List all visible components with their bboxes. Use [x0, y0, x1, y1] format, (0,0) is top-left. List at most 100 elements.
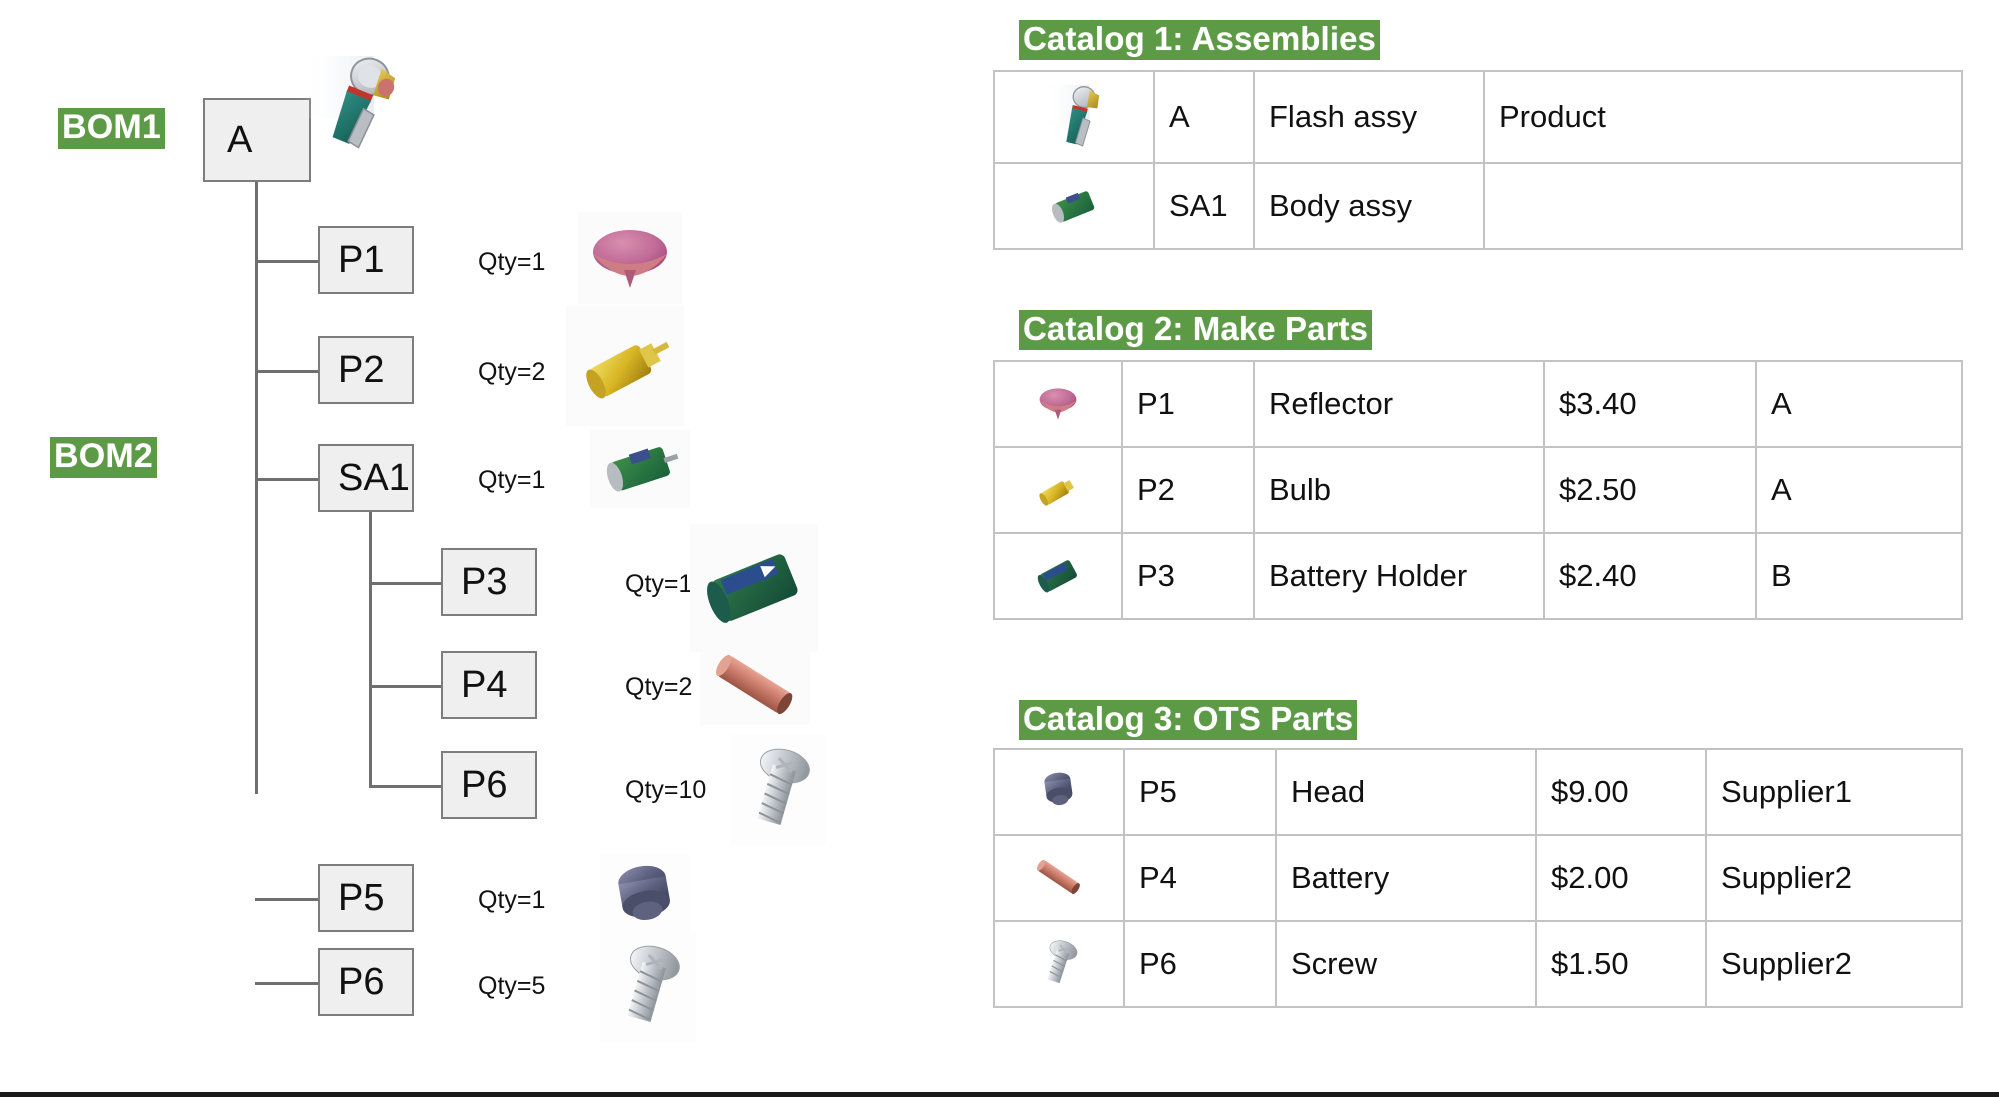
catalog-1-table: A Flash assy Product SA1 Body assy — [993, 70, 1963, 250]
row-price: $9.00 — [1535, 748, 1707, 836]
bom2-label: BOM2 — [50, 437, 158, 478]
row-price: $2.40 — [1543, 532, 1757, 620]
row-name: Battery — [1275, 834, 1537, 922]
tree-node-label: P6 — [461, 763, 508, 806]
qty-label-SA1: Qty=1 — [478, 466, 546, 494]
tree-connector — [255, 982, 319, 985]
tree-node-label: P2 — [338, 348, 385, 391]
battery-holder-icon — [999, 545, 1117, 607]
row-thumb-cell — [993, 920, 1125, 1008]
tree-connector — [369, 582, 442, 585]
row-extra: B — [1755, 532, 1963, 620]
table-row[interactable]: P5 Head $9.00 Supplier1 — [993, 748, 1963, 836]
body-assembly-icon — [999, 178, 1149, 234]
row-id: SA1 — [1153, 162, 1255, 250]
tree-connector — [255, 478, 319, 481]
reflector-icon — [999, 376, 1117, 432]
qty-label-P4: Qty=2 — [625, 673, 693, 701]
row-extra: Supplier2 — [1705, 920, 1963, 1008]
table-row[interactable]: P3 Battery Holder $2.40 B — [993, 532, 1963, 620]
battery-holder-icon — [690, 524, 818, 652]
bottom-edge-strip — [0, 1092, 1999, 1097]
table-row[interactable]: P2 Bulb $2.50 A — [993, 446, 1963, 534]
flashlight-assembly-icon — [999, 76, 1149, 158]
bom1-label: BOM1 — [58, 108, 166, 149]
row-id: P5 — [1123, 748, 1277, 836]
screw-icon — [600, 932, 696, 1042]
head-icon — [600, 854, 690, 940]
screw-icon — [999, 931, 1119, 997]
row-extra: A — [1755, 446, 1963, 534]
row-name: Reflector — [1253, 360, 1545, 448]
diagram-canvas: BOM1 BOM2 A P1 Qty=1 P2 Qty=2 SA1 Qty=1 … — [0, 0, 1999, 1097]
tree-node-A[interactable]: A — [203, 98, 311, 182]
row-price: $3.40 — [1543, 360, 1757, 448]
row-price: $2.00 — [1535, 834, 1707, 922]
row-id: P2 — [1121, 446, 1255, 534]
qty-label-P6-sub: Qty=10 — [625, 776, 707, 804]
battery-icon — [999, 850, 1119, 906]
row-price: $1.50 — [1535, 920, 1707, 1008]
row-id: P1 — [1121, 360, 1255, 448]
row-price: $2.50 — [1543, 446, 1757, 534]
bulb-icon — [999, 460, 1117, 520]
catalog-3-table: P5 Head $9.00 Supplier1 P4 Battery $2.00… — [993, 748, 1963, 1008]
tree-node-P6[interactable]: P6 — [318, 948, 414, 1016]
qty-label-P6: Qty=5 — [478, 972, 546, 1000]
tree-node-label: A — [227, 118, 253, 161]
catalog-3-title: Catalog 3: OTS Parts — [1019, 700, 1358, 740]
row-thumb-cell — [993, 532, 1123, 620]
catalog-1-title: Catalog 1: Assemblies — [1019, 20, 1380, 60]
row-extra — [1483, 162, 1963, 250]
tree-connector — [369, 685, 442, 688]
tree-node-SA1[interactable]: SA1 — [318, 444, 414, 512]
body-assembly-icon — [590, 430, 690, 508]
tree-connector — [255, 260, 319, 263]
row-extra: Product — [1483, 70, 1963, 164]
row-name: Head — [1275, 748, 1537, 836]
tree-node-P5[interactable]: P5 — [318, 864, 414, 932]
tree-node-P3[interactable]: P3 — [441, 548, 537, 616]
reflector-icon — [578, 212, 682, 304]
bulb-icon — [566, 306, 684, 426]
tree-connector — [255, 370, 319, 373]
row-id: P6 — [1123, 920, 1277, 1008]
catalog-2-title: Catalog 2: Make Parts — [1019, 310, 1373, 350]
tree-node-label: SA1 — [338, 456, 410, 499]
table-row[interactable]: P1 Reflector $3.40 A — [993, 360, 1963, 448]
catalog-2-table: P1 Reflector $3.40 A P2 Bulb $2.50 A P3 … — [993, 360, 1963, 620]
tree-node-label: P1 — [338, 238, 385, 281]
row-extra: Supplier1 — [1705, 748, 1963, 836]
qty-label-P3: Qty=1 — [625, 570, 693, 598]
tree-connector-subtrunk — [369, 512, 372, 788]
row-extra: A — [1755, 360, 1963, 448]
qty-label-P5: Qty=1 — [478, 886, 546, 914]
row-name: Bulb — [1253, 446, 1545, 534]
row-name: Battery Holder — [1253, 532, 1545, 620]
row-thumb-cell — [993, 70, 1155, 164]
tree-node-P4[interactable]: P4 — [441, 651, 537, 719]
row-thumb-cell — [993, 360, 1123, 448]
row-name: Screw — [1275, 920, 1537, 1008]
qty-label-P1: Qty=1 — [478, 248, 546, 276]
tree-node-P6-sub[interactable]: P6 — [441, 751, 537, 819]
tree-connector — [255, 898, 319, 901]
table-row[interactable]: SA1 Body assy — [993, 162, 1963, 250]
head-icon — [999, 765, 1119, 819]
tree-node-label: P4 — [461, 663, 508, 706]
tree-node-label: P6 — [338, 960, 385, 1003]
table-row[interactable]: P6 Screw $1.50 Supplier2 — [993, 920, 1963, 1008]
row-id: P4 — [1123, 834, 1277, 922]
flashlight-assembly-icon — [302, 48, 398, 164]
row-id: A — [1153, 70, 1255, 164]
battery-icon — [700, 645, 810, 725]
tree-connector-trunk — [255, 182, 258, 794]
row-thumb-cell — [993, 748, 1125, 836]
tree-node-P2[interactable]: P2 — [318, 336, 414, 404]
table-row[interactable]: A Flash assy Product — [993, 70, 1963, 164]
row-thumb-cell — [993, 446, 1123, 534]
table-row[interactable]: P4 Battery $2.00 Supplier2 — [993, 834, 1963, 922]
tree-node-label: P3 — [461, 560, 508, 603]
row-id: P3 — [1121, 532, 1255, 620]
tree-node-P1[interactable]: P1 — [318, 226, 414, 294]
